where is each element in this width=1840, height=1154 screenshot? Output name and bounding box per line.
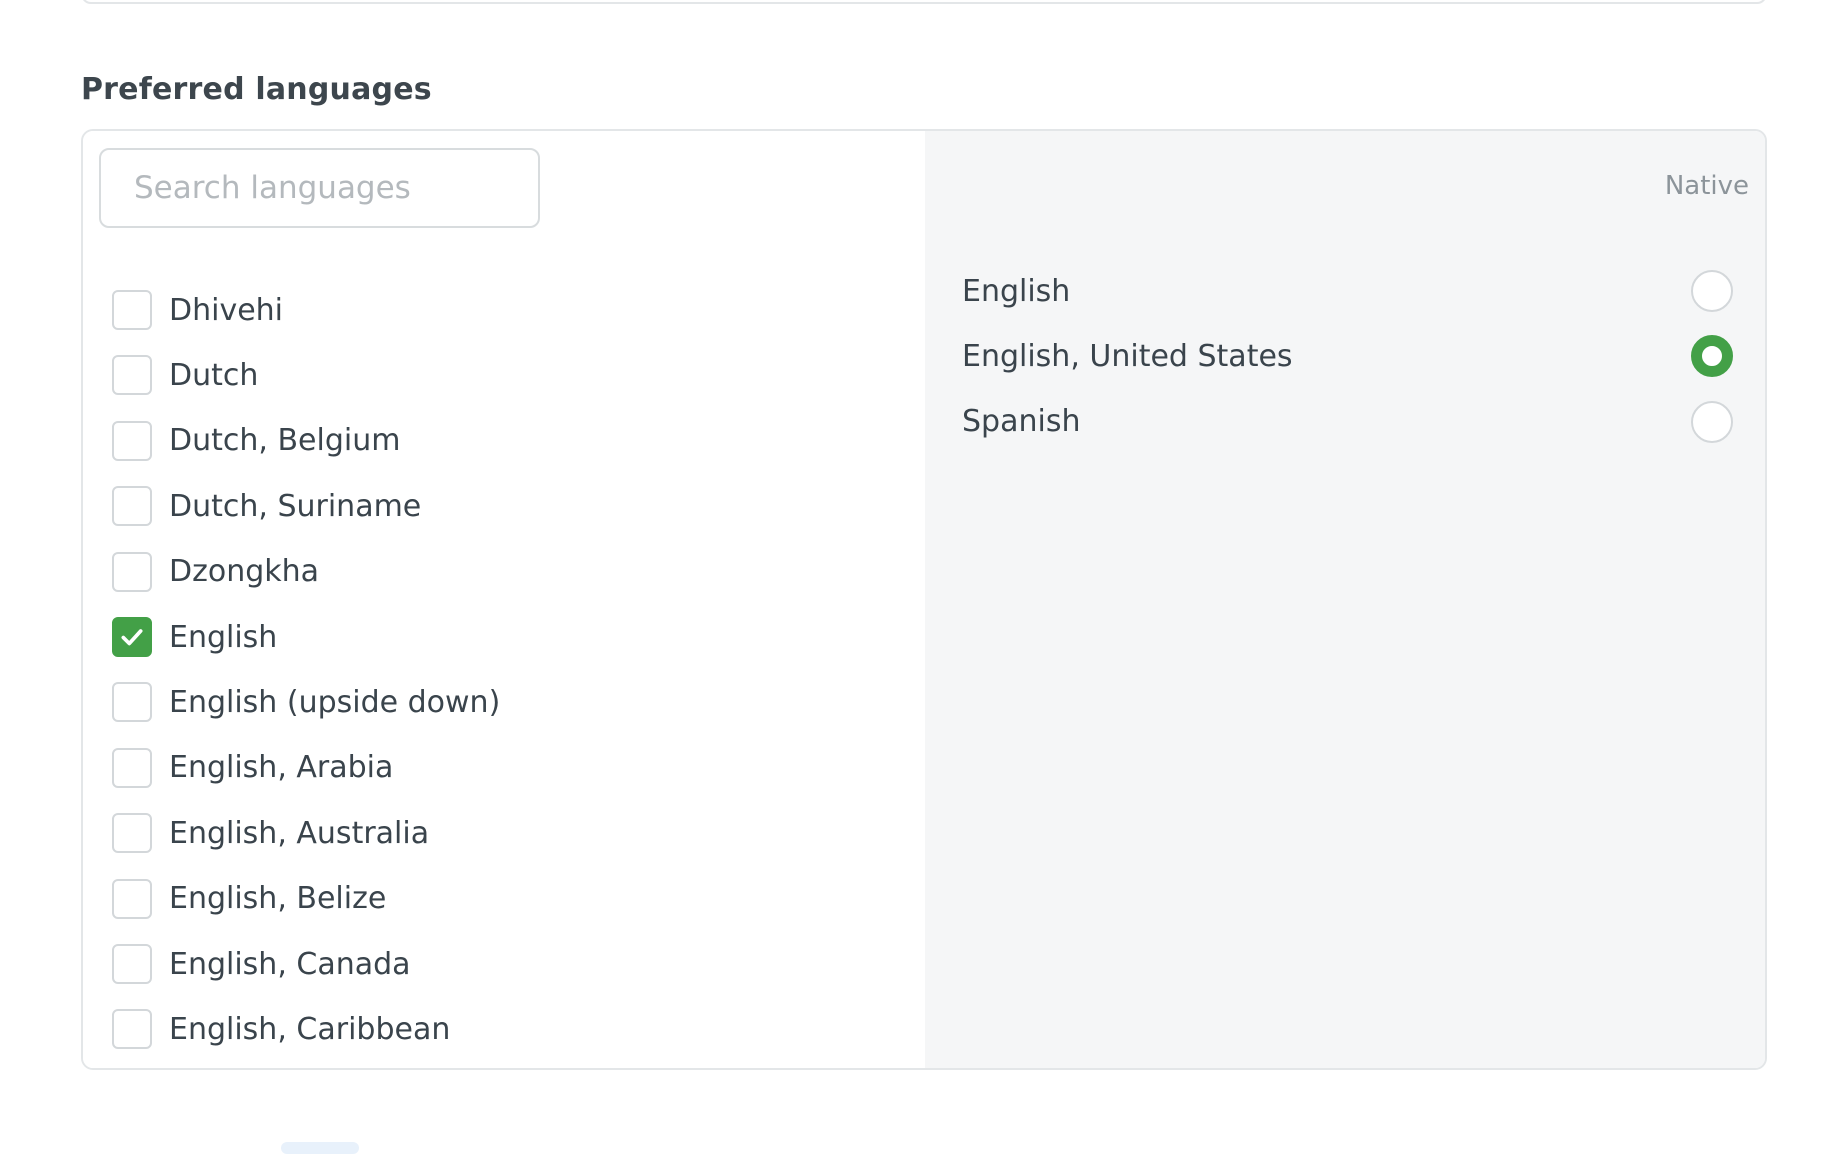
native-radio[interactable] bbox=[1691, 400, 1733, 443]
language-option-label: English, Canada bbox=[169, 946, 411, 982]
checkbox[interactable] bbox=[112, 944, 152, 984]
selected-language-label: English, United States bbox=[962, 338, 1293, 374]
language-option[interactable]: English bbox=[112, 607, 277, 667]
checkbox[interactable] bbox=[112, 878, 152, 919]
language-option-label: English, Caribbean bbox=[169, 1011, 451, 1047]
checkbox[interactable] bbox=[112, 682, 152, 723]
language-option-label: Dhivehi bbox=[169, 292, 284, 328]
available-languages-column: Dhivehi Dutch Dutch, Belgium Dutch, Surinam… bbox=[83, 131, 925, 1068]
language-option[interactable]: English, Arabia bbox=[112, 738, 393, 798]
checkbox[interactable] bbox=[112, 486, 152, 527]
native-radio-selected[interactable] bbox=[1691, 335, 1733, 378]
native-radio[interactable] bbox=[1691, 270, 1733, 312]
selected-languages-column: Native English English, United States Span… bbox=[925, 131, 1765, 1068]
checkbox[interactable] bbox=[112, 290, 152, 330]
checkmark-icon bbox=[121, 629, 143, 646]
language-option-label: Dutch, Belgium bbox=[169, 423, 401, 459]
language-option-label: Dzongkha bbox=[169, 554, 320, 590]
checkbox[interactable] bbox=[112, 747, 152, 788]
checkbox[interactable] bbox=[112, 1009, 152, 1049]
language-option[interactable]: English, Caribbean bbox=[112, 999, 450, 1049]
checkbox-checked[interactable] bbox=[112, 617, 152, 657]
language-option-label: English, Arabia bbox=[169, 750, 394, 786]
selected-language-row: Spanish bbox=[962, 392, 1733, 452]
selected-language-row: English, United States bbox=[962, 326, 1733, 386]
language-picker-panel: Dhivehi Dutch Dutch, Belgium Dutch, Surinam… bbox=[81, 129, 1767, 1070]
language-option[interactable]: Dutch bbox=[112, 345, 258, 405]
language-option[interactable]: Dzongkha bbox=[112, 542, 319, 602]
language-option-label: English, Belize bbox=[169, 881, 387, 917]
checkbox[interactable] bbox=[112, 813, 152, 854]
language-option-label: English bbox=[169, 619, 278, 655]
selected-language-row: English bbox=[962, 261, 1733, 321]
language-option[interactable]: Dhivehi bbox=[112, 280, 283, 340]
language-option-label: English (upside down) bbox=[169, 684, 501, 720]
language-option[interactable]: Dutch, Suriname bbox=[112, 476, 421, 536]
language-option-label: Dutch, Suriname bbox=[169, 488, 422, 524]
language-option[interactable]: English, Belize bbox=[112, 869, 386, 929]
section-title: Preferred languages bbox=[81, 72, 432, 107]
language-option-label: Dutch bbox=[169, 357, 259, 393]
language-option[interactable]: English (upside down) bbox=[112, 672, 500, 732]
checkbox[interactable] bbox=[112, 355, 152, 396]
search-languages-input[interactable] bbox=[99, 148, 540, 228]
checkbox[interactable] bbox=[112, 420, 152, 461]
language-option[interactable]: English, Canada bbox=[112, 934, 411, 994]
checkbox[interactable] bbox=[112, 551, 152, 592]
partial-button-edge bbox=[281, 1142, 359, 1154]
previous-card-edge bbox=[81, 0, 1767, 4]
selected-language-label: Spanish bbox=[962, 404, 1081, 440]
language-option-label: English, Australia bbox=[169, 815, 430, 851]
native-column-header: Native bbox=[1664, 171, 1749, 201]
language-option[interactable]: English, Australia bbox=[112, 803, 429, 863]
selected-language-label: English bbox=[962, 273, 1071, 309]
language-option[interactable]: Dutch, Belgium bbox=[112, 411, 400, 471]
language-list[interactable]: Dhivehi Dutch Dutch, Belgium Dutch, Surinam… bbox=[83, 265, 925, 1049]
